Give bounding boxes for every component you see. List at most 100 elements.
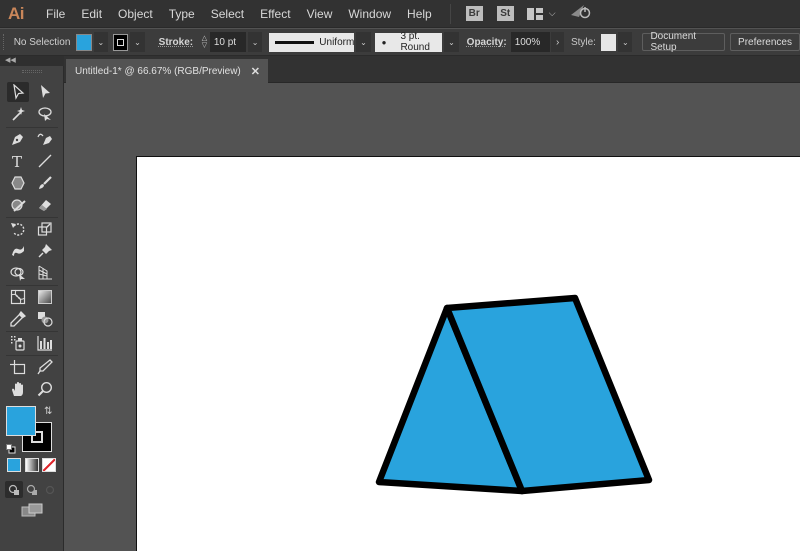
- draw-normal-icon[interactable]: [5, 481, 23, 498]
- panel-grip[interactable]: [3, 34, 7, 50]
- tools-panel-header: ◀◀: [0, 56, 64, 66]
- illustrator-window: Ai File Edit Object Type Select Effect V…: [0, 0, 800, 551]
- layout-grid-icon[interactable]: [526, 7, 543, 20]
- hand-tool-icon[interactable]: [7, 379, 29, 399]
- type-tool-icon[interactable]: T: [7, 151, 29, 171]
- bridge-button[interactable]: Br: [465, 6, 483, 21]
- fill-color-box[interactable]: [6, 406, 36, 436]
- stroke-weight-dropdown[interactable]: ⌄: [248, 32, 263, 52]
- menu-type[interactable]: Type: [161, 7, 203, 21]
- default-fill-stroke-icon[interactable]: [6, 441, 16, 454]
- menu-help[interactable]: Help: [399, 7, 440, 21]
- menu-window[interactable]: Window: [340, 7, 399, 21]
- artboard-tool-icon[interactable]: [7, 357, 29, 377]
- artboard[interactable]: [136, 156, 800, 551]
- color-mode-button[interactable]: [7, 458, 21, 472]
- menu-object[interactable]: Object: [110, 7, 161, 21]
- stroke-weight-input[interactable]: 10 pt: [209, 32, 246, 52]
- tools-panel: T ⇅: [0, 66, 64, 551]
- menu-edit[interactable]: Edit: [73, 7, 110, 21]
- tool-divider: [6, 217, 58, 218]
- brush-dot-icon: ●: [381, 37, 387, 47]
- document-tab[interactable]: Untitled-1* @ 66.67% (RGB/Preview) ✕: [66, 59, 268, 83]
- none-mode-button[interactable]: [42, 458, 56, 472]
- draw-behind-icon[interactable]: [23, 481, 41, 498]
- control-bar: No Selection ⌄ ⌄ Stroke: △ ▽ 10 pt ⌄ Unif…: [0, 29, 800, 56]
- preferences-button[interactable]: Preferences: [730, 33, 800, 51]
- menu-effect[interactable]: Effect: [252, 7, 298, 21]
- scale-tool-icon[interactable]: [34, 219, 56, 239]
- change-screen-mode-icon[interactable]: [21, 503, 43, 522]
- tool-divider: [6, 355, 58, 356]
- brush-dropdown[interactable]: ⌄: [444, 32, 459, 52]
- blend-tool-icon[interactable]: [34, 309, 56, 329]
- puppet-warp-tool-icon[interactable]: [7, 241, 29, 261]
- eraser-tool-icon[interactable]: [34, 195, 56, 215]
- swap-fill-stroke-icon[interactable]: ⇅: [44, 406, 52, 417]
- tool-divider: [6, 331, 58, 332]
- selection-tool-icon[interactable]: [7, 82, 29, 102]
- variable-width-profile[interactable]: Uniform: [269, 32, 355, 52]
- shape-builder-tool-icon[interactable]: [7, 263, 29, 283]
- draw-inside-icon[interactable]: [41, 481, 59, 498]
- shaper-tool-icon[interactable]: [7, 195, 29, 215]
- app-logo: Ai: [8, 3, 25, 23]
- selection-status: No Selection: [13, 36, 71, 48]
- lasso-tool-icon[interactable]: [34, 104, 56, 124]
- opacity-input[interactable]: 100%: [510, 32, 551, 52]
- svg-text:T: T: [12, 153, 22, 169]
- menu-divider: [449, 3, 451, 24]
- document-setup-button[interactable]: Document Setup: [642, 31, 726, 53]
- menu-file[interactable]: File: [38, 7, 73, 21]
- gradient-tool-icon[interactable]: [34, 287, 56, 307]
- polygon-tool-icon[interactable]: [7, 173, 29, 193]
- menu-view[interactable]: View: [299, 7, 341, 21]
- zoom-tool-icon[interactable]: [34, 379, 56, 399]
- stock-button[interactable]: St: [496, 6, 514, 21]
- line-segment-tool-icon[interactable]: [34, 151, 56, 171]
- pin-tool-icon[interactable]: [34, 241, 56, 261]
- stroke-label[interactable]: Stroke:: [159, 37, 193, 48]
- tool-divider: [6, 127, 58, 128]
- profile-dropdown[interactable]: ⌄: [356, 32, 371, 52]
- stroke-color-dropdown[interactable]: ⌄: [130, 32, 145, 52]
- symbol-sprayer-tool-icon[interactable]: [7, 333, 29, 353]
- close-icon[interactable]: ✕: [251, 65, 260, 78]
- profile-label: Uniform: [319, 36, 355, 48]
- pen-tool-icon[interactable]: [7, 129, 29, 149]
- magic-wand-tool-icon[interactable]: [7, 104, 29, 124]
- profile-line-icon: [275, 40, 315, 44]
- document-tab-strip: Untitled-1* @ 66.67% (RGB/Preview) ✕: [64, 56, 800, 83]
- opacity-arrow-button[interactable]: ›: [551, 32, 564, 52]
- document-tab-title: Untitled-1* @ 66.67% (RGB/Preview): [75, 65, 241, 77]
- rocket-power-icon[interactable]: [570, 3, 592, 24]
- perspective-grid-tool-icon[interactable]: [34, 263, 56, 283]
- eyedropper-tool-icon[interactable]: [7, 309, 29, 329]
- canvas-area[interactable]: [65, 84, 800, 551]
- menu-select[interactable]: Select: [203, 7, 252, 21]
- graphic-style-swatch[interactable]: [600, 33, 617, 51]
- mesh-tool-icon[interactable]: [7, 287, 29, 307]
- menu-bar: Ai File Edit Object Type Select Effect V…: [0, 0, 800, 28]
- paintbrush-tool-icon[interactable]: [34, 173, 56, 193]
- prism-tent-shape[interactable]: [375, 294, 653, 495]
- direct-selection-tool-icon[interactable]: [34, 82, 56, 102]
- opacity-label[interactable]: Opacity:: [467, 37, 507, 48]
- panel-grip[interactable]: [22, 70, 42, 73]
- gradient-mode-button[interactable]: [25, 458, 39, 472]
- chevron-down-icon[interactable]: ⌵: [549, 8, 556, 19]
- fill-swatch[interactable]: [76, 33, 92, 51]
- tool-divider: [6, 285, 58, 286]
- fill-dropdown[interactable]: ⌄: [93, 32, 108, 52]
- stroke-weight-stepper[interactable]: △ ▽: [199, 32, 210, 52]
- style-label: Style:: [570, 36, 596, 48]
- style-dropdown[interactable]: ⌄: [618, 32, 633, 52]
- brush-label: 3 pt. Round: [400, 31, 430, 53]
- slice-tool-icon[interactable]: [34, 357, 56, 377]
- brush-definition[interactable]: ● 3 pt. Round: [374, 31, 443, 53]
- curvature-tool-icon[interactable]: [34, 129, 56, 149]
- rotate-tool-icon[interactable]: [7, 219, 29, 239]
- column-graph-tool-icon[interactable]: [34, 333, 56, 353]
- stroke-swatch[interactable]: [112, 33, 129, 51]
- collapse-panel-icon[interactable]: ◀◀: [5, 56, 16, 64]
